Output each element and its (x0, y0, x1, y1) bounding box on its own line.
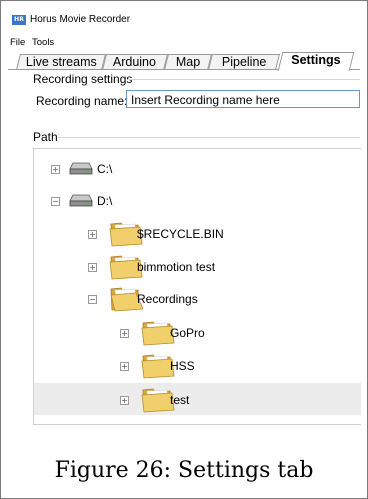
tab-live-streams[interactable]: Live streams (16, 54, 106, 70)
tab-settings[interactable]: Settings (277, 52, 355, 71)
menu-file[interactable]: File (10, 37, 25, 48)
tree-node-label: D:\ (97, 194, 113, 208)
tab-label: Arduino (113, 55, 157, 69)
tree-node[interactable]: − Recordings (34, 282, 361, 314)
recording-name-field[interactable]: Insert Recording name here (126, 90, 360, 108)
tree-node[interactable]: − D:\ (34, 184, 361, 216)
expand-icon[interactable]: + (88, 263, 97, 272)
tab-map[interactable]: Map (164, 54, 212, 70)
group-divider (58, 137, 360, 138)
tab-strip: Live streams Arduino Map Pipeline Settin… (8, 52, 360, 71)
figure-caption: Figure 26: Settings tab (54, 458, 314, 483)
hard-drive-icon (69, 193, 93, 212)
expand-icon[interactable]: + (120, 329, 129, 338)
tree-node[interactable]: + GoPro (34, 316, 361, 348)
tree-node-label: Recordings (137, 292, 198, 306)
tree-node-label: $RECYCLE.BIN (137, 227, 224, 241)
tree-node[interactable]: + HSS (34, 349, 361, 381)
expand-icon[interactable]: + (51, 165, 60, 174)
tree-node-label: test (170, 393, 190, 407)
menu-tools[interactable]: Tools (32, 37, 54, 48)
tab-label: Pipeline (221, 55, 267, 69)
tree-node-label: bimmotion test (137, 260, 216, 274)
tree-node-label: GoPro (170, 326, 205, 340)
tree-node[interactable]: + bimmotion test (34, 250, 361, 282)
group-divider (128, 79, 360, 80)
tab-label: Settings (291, 53, 341, 67)
window-title: Horus Movie Recorder (30, 14, 131, 25)
path-label: Path (33, 130, 58, 144)
recording-settings-label: Recording settings (33, 72, 133, 86)
expand-icon[interactable]: + (88, 230, 97, 239)
expand-icon[interactable]: + (120, 396, 129, 405)
collapse-icon[interactable]: − (88, 295, 97, 304)
menu-bar: File Tools (8, 32, 360, 52)
collapse-icon[interactable]: − (51, 197, 60, 206)
recording-name-label: Recording name: (36, 94, 128, 108)
title-bar: HR Horus Movie Recorder (8, 8, 360, 32)
hard-drive-icon (69, 161, 93, 180)
tree-node[interactable]: + C:\ (34, 152, 361, 184)
tree-node[interactable]: + $RECYCLE.BIN (34, 217, 361, 249)
tab-label: Map (175, 55, 201, 69)
tree-node-label: C:\ (97, 162, 113, 176)
folder-tree[interactable]: + C:\ − D:\ + $RECYCLE.BIN + bimmotion test − Rec… (33, 148, 361, 425)
tree-node-label: HSS (170, 359, 195, 373)
app-icon: HR (12, 15, 26, 25)
tab-label: Live streams (25, 55, 97, 69)
tab-pipeline[interactable]: Pipeline (208, 54, 280, 70)
expand-icon[interactable]: + (120, 362, 129, 371)
tree-node[interactable]: + test (34, 383, 361, 415)
tab-arduino[interactable]: Arduino (102, 54, 168, 70)
